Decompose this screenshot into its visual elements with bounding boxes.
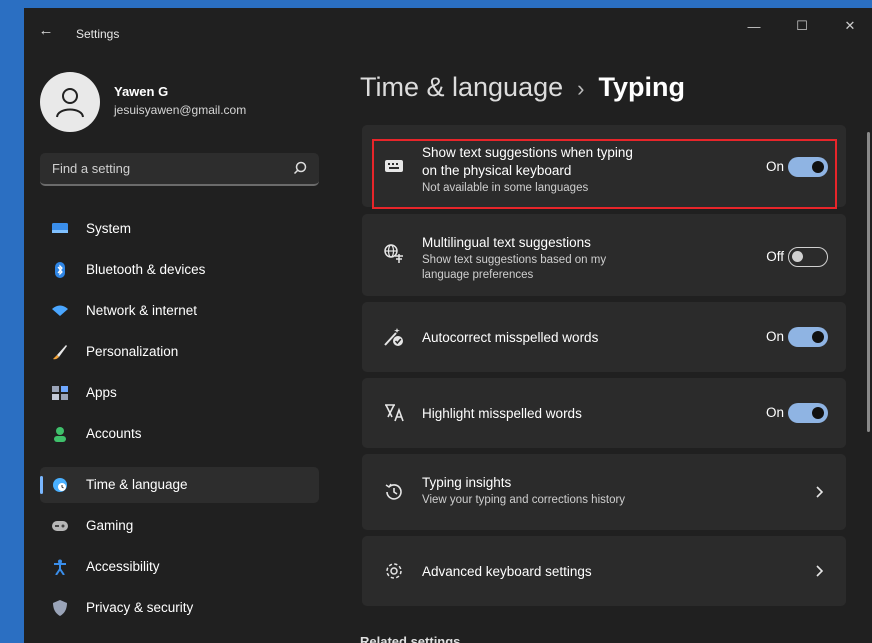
system-icon: [52, 223, 68, 233]
accessibility-icon: [54, 559, 66, 575]
sidebar-item-label: System: [86, 221, 132, 236]
sidebar-item-accessibility[interactable]: Accessibility: [40, 549, 319, 585]
setting-card-highlight[interactable]: Highlight misspelled words On: [362, 378, 846, 448]
sidebar-item-time-language[interactable]: Time & language: [40, 467, 319, 503]
sidebar-item-personalization[interactable]: Personalization: [40, 334, 319, 370]
user-name: Yawen G: [114, 84, 169, 99]
setting-description-continued: language preferences: [422, 269, 534, 281]
sidebar-item-system[interactable]: System: [40, 211, 319, 247]
breadcrumb-parent[interactable]: Time & language: [360, 72, 563, 102]
app-title: Settings: [76, 27, 120, 41]
autocorrect-toggle[interactable]: [788, 327, 828, 347]
setting-title: Multilingual text suggestions: [422, 235, 591, 250]
user-email: jesuisyawen@gmail.com: [114, 103, 247, 117]
shield-icon: [53, 600, 67, 616]
setting-title: Advanced keyboard settings: [422, 564, 592, 579]
wifi-icon: [52, 305, 68, 316]
toggle-state-label: On: [765, 159, 784, 174]
chevron-right-icon[interactable]: [812, 485, 826, 499]
sidebar-item-label: Network & internet: [86, 303, 198, 318]
toggle-state-label: On: [765, 405, 784, 420]
sidebar-item-gaming[interactable]: Gaming: [40, 508, 319, 544]
search-box[interactable]: [40, 153, 319, 186]
avatar: [40, 72, 100, 132]
gamepad-icon: [52, 521, 68, 531]
back-arrow-icon[interactable]: ←: [36, 20, 56, 40]
setting-card-typing-insights[interactable]: Typing insights View your typing and cor…: [362, 454, 846, 530]
keyboard-icon: [385, 160, 403, 172]
setting-title: Autocorrect misspelled words: [422, 330, 599, 345]
chevron-right-icon[interactable]: [812, 564, 826, 578]
apps-icon: [52, 386, 68, 400]
search-input[interactable]: [40, 153, 304, 183]
sidebar-item-bluetooth[interactable]: Bluetooth & devices: [40, 252, 319, 288]
toggle-state-label: On: [765, 329, 784, 344]
close-button[interactable]: ✕: [832, 14, 868, 38]
person-icon: [56, 88, 84, 118]
highlight-toggle[interactable]: [788, 403, 828, 423]
sidebar-item-label: Time & language: [86, 477, 188, 492]
setting-card-autocorrect[interactable]: Autocorrect misspelled words On: [362, 302, 846, 372]
scrollbar[interactable]: [867, 132, 870, 432]
sidebar-item-apps[interactable]: Apps: [40, 375, 319, 411]
sidebar-item-privacy[interactable]: Privacy & security: [40, 590, 319, 626]
setting-description: Show text suggestions based on my: [422, 254, 607, 266]
sidebar-item-network[interactable]: Network & internet: [40, 293, 319, 329]
sidebar-item-label: Privacy & security: [86, 600, 194, 615]
page-title: Time & language › Typing: [360, 72, 685, 103]
bluetooth-icon: [55, 262, 65, 278]
setting-card-multilingual[interactable]: Multilingual text suggestions Show text …: [362, 214, 846, 296]
breadcrumb-current: Typing: [598, 72, 685, 102]
setting-card-text-suggestions[interactable]: Show text suggestions when typing on the…: [362, 125, 846, 207]
toggle-knob: [812, 161, 824, 173]
text-suggestions-toggle[interactable]: [788, 157, 828, 177]
toggle-knob: [792, 251, 803, 262]
gear-icon: [386, 563, 402, 579]
toggle-knob: [812, 331, 824, 343]
accounts-icon: [54, 427, 66, 442]
active-indicator: [40, 476, 43, 494]
related-settings-heading: Related settings: [360, 634, 461, 643]
maximize-button[interactable]: ☐: [784, 14, 820, 38]
globe-clock-icon: [53, 478, 67, 492]
brush-icon: [53, 345, 67, 360]
sidebar-item-label: Bluetooth & devices: [86, 262, 206, 277]
autocorrect-icon: [384, 328, 403, 346]
setting-description: View your typing and corrections history: [422, 494, 626, 506]
setting-title: Typing insights: [422, 475, 512, 490]
minimize-button[interactable]: —: [736, 14, 772, 38]
sidebar-item-label: Accounts: [86, 426, 142, 441]
setting-title: Show text suggestions when typing: [422, 145, 633, 160]
sidebar-item-label: Personalization: [86, 344, 179, 359]
sidebar-item-label: Apps: [86, 385, 117, 400]
setting-title: Highlight misspelled words: [422, 406, 582, 421]
history-icon: [385, 483, 402, 500]
language-icon: [384, 244, 403, 263]
title-bar: ← Settings — ☐ ✕: [24, 8, 872, 52]
toggle-knob: [812, 407, 824, 419]
multilingual-toggle[interactable]: [788, 247, 828, 267]
toggle-state-label: Off: [766, 249, 784, 264]
sidebar-item-label: Accessibility: [86, 559, 160, 574]
sidebar-item-label: Gaming: [86, 518, 134, 533]
breadcrumb-separator: ›: [577, 76, 585, 101]
highlight-text-icon: [385, 404, 404, 422]
setting-description: Not available in some languages: [422, 182, 589, 194]
settings-window: ← Settings — ☐ ✕ Yawen G jesuisyawen@gma…: [24, 8, 872, 643]
setting-title-continued: on the physical keyboard: [422, 163, 572, 178]
setting-card-advanced-keyboard[interactable]: Advanced keyboard settings: [362, 536, 846, 606]
sidebar-item-accounts[interactable]: Accounts: [40, 416, 319, 452]
search-icon[interactable]: [293, 161, 307, 175]
